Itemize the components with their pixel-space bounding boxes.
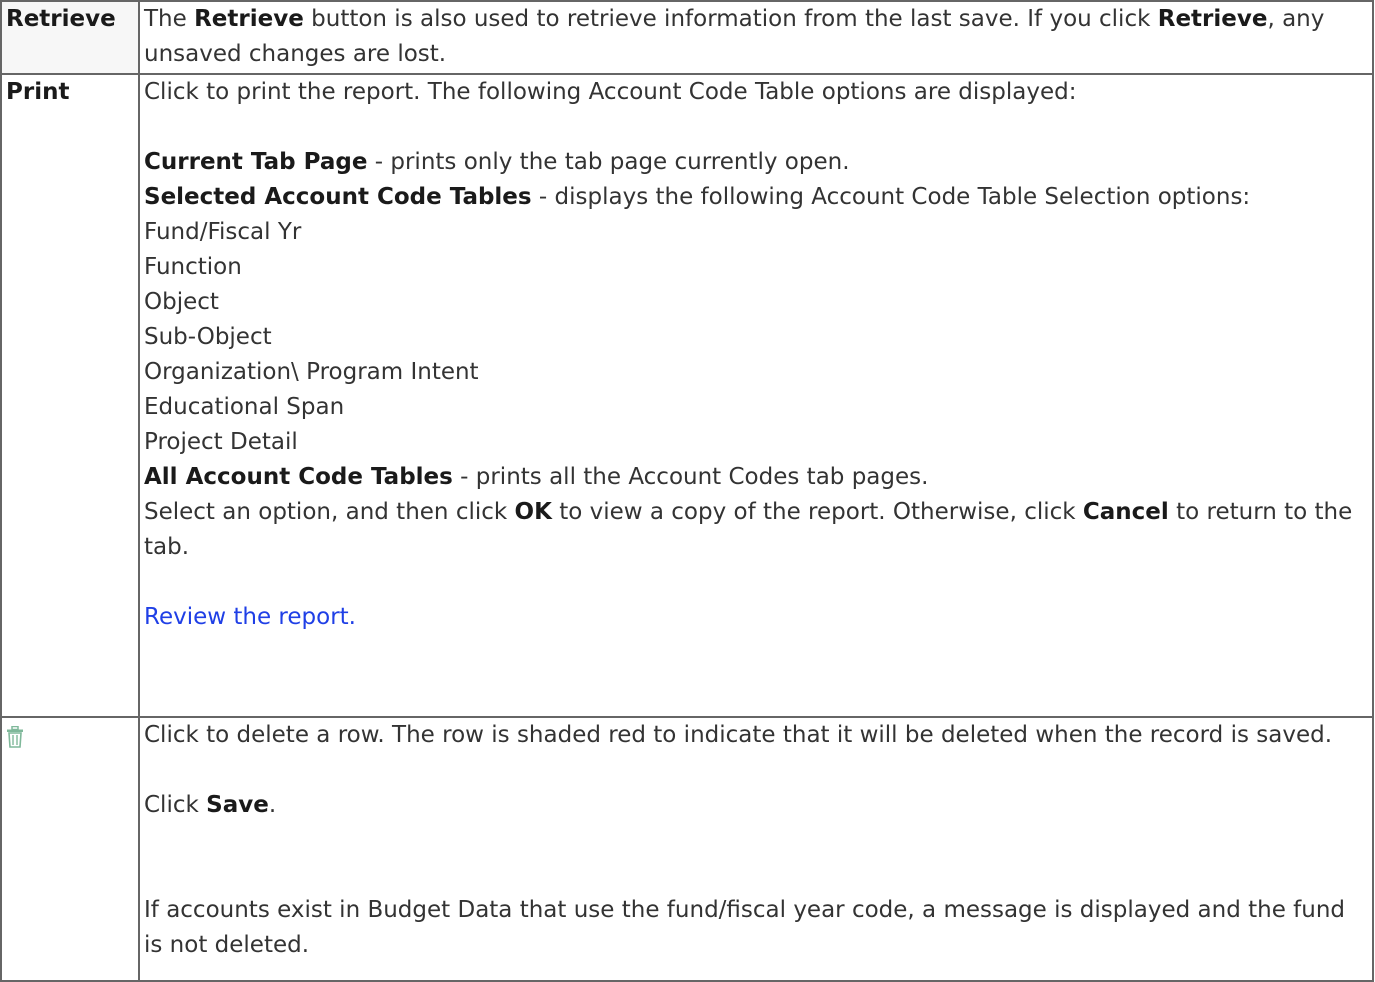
term-cell: Print bbox=[0, 73, 140, 718]
term-retrieve: Retrieve bbox=[6, 6, 116, 32]
cancel-label: Cancel bbox=[1082, 499, 1169, 525]
term-cell: Retrieve bbox=[0, 0, 140, 75]
print-intro: Click to print the report. The following… bbox=[144, 79, 1077, 105]
save-instruction: Click Save. bbox=[144, 788, 1368, 823]
table-row-print: Print Click to print the report. The fol… bbox=[0, 73, 1374, 718]
table-list-item: Educational Span bbox=[144, 394, 345, 420]
option-current-tab: Current Tab Page - prints only the tab p… bbox=[144, 145, 1368, 180]
table-list-item: Object bbox=[144, 289, 219, 315]
retrieve-text-1: The bbox=[144, 6, 195, 32]
term-cell bbox=[0, 716, 140, 982]
table-list-item: Organization\ Program Intent bbox=[144, 359, 479, 385]
trash-icon[interactable] bbox=[6, 724, 24, 759]
save-label: Save bbox=[206, 792, 269, 818]
trash-icon-graphic bbox=[7, 725, 23, 748]
instr-text: Select an option, and then click bbox=[144, 499, 515, 525]
select-instructions: Select an option, and then click OK to v… bbox=[144, 495, 1368, 565]
option-label: Current Tab Page bbox=[144, 149, 368, 175]
table-list-item: Project Detail bbox=[144, 429, 298, 455]
table-list-item: Fund/Fiscal Yr bbox=[144, 219, 302, 245]
table-list-item: Function bbox=[144, 254, 242, 280]
button-reference-table: Retrieve The Retrieve button is also use… bbox=[0, 0, 1374, 982]
option-desc: - prints all the Account Codes tab pages… bbox=[452, 464, 929, 490]
table-list-item: Sub-Object bbox=[144, 324, 272, 350]
instr-text: Click bbox=[144, 792, 207, 818]
table-row-delete: Click to delete a row. The row is shaded… bbox=[0, 716, 1374, 982]
instr-text: . bbox=[268, 792, 277, 818]
description-cell: Click to print the report. The following… bbox=[138, 73, 1374, 718]
delete-message: If accounts exist in Budget Data that us… bbox=[144, 897, 1346, 958]
option-desc: - displays the following Account Code Ta… bbox=[531, 184, 1251, 210]
option-label: All Account Code Tables bbox=[144, 464, 453, 490]
table-row-retrieve: Retrieve The Retrieve button is also use… bbox=[0, 0, 1374, 75]
option-selected-tables: Selected Account Code Tables - displays … bbox=[144, 180, 1368, 215]
option-label: Selected Account Code Tables bbox=[144, 184, 532, 210]
delete-text: Click to delete a row. The row is shaded… bbox=[144, 722, 1333, 748]
description-cell: The Retrieve button is also used to retr… bbox=[138, 0, 1374, 75]
retrieve-bold-2: Retrieve bbox=[1157, 6, 1268, 32]
term-print: Print bbox=[6, 79, 70, 105]
review-report-link[interactable]: Review the report. bbox=[144, 600, 1368, 635]
option-all-tables: All Account Code Tables - prints all the… bbox=[144, 460, 1368, 495]
retrieve-bold-1: Retrieve bbox=[194, 6, 304, 32]
instr-text: to view a copy of the report. Otherwise,… bbox=[551, 499, 1083, 525]
ok-label: OK bbox=[514, 499, 552, 525]
description-cell: Click to delete a row. The row is shaded… bbox=[138, 716, 1374, 982]
option-desc: - prints only the tab page currently ope… bbox=[367, 149, 850, 175]
retrieve-text-2: button is also used to retrieve informat… bbox=[303, 6, 1158, 32]
